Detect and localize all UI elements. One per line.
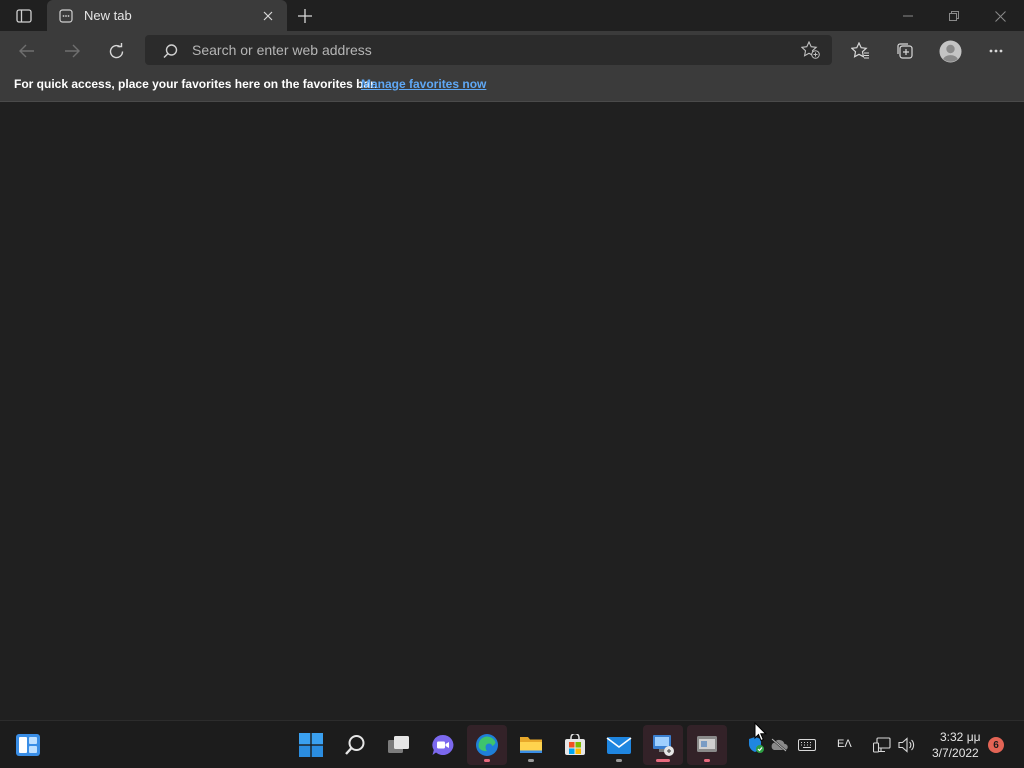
more-icon[interactable] — [985, 41, 1007, 61]
new-tab-icon[interactable] — [295, 6, 315, 26]
add-favorite-icon[interactable] — [799, 40, 821, 60]
restore-icon[interactable] — [944, 6, 964, 26]
clock-date[interactable]: 3/7/2022 — [932, 746, 979, 760]
file-explorer-button[interactable] — [511, 725, 551, 765]
back-icon[interactable] — [16, 41, 38, 61]
language-indicator[interactable]: EΛ — [837, 738, 852, 750]
close-tab-icon[interactable] — [261, 9, 275, 23]
widgets-button[interactable] — [8, 725, 48, 765]
notification-badge[interactable]: 6 — [988, 737, 1004, 753]
task-view-button[interactable] — [379, 725, 419, 765]
manage-favorites-link[interactable]: Manage favorites now — [361, 77, 486, 91]
remote-desktop-button[interactable] — [643, 725, 683, 765]
forward-icon[interactable] — [61, 41, 83, 61]
close-icon[interactable] — [990, 6, 1010, 26]
favorites-icon[interactable] — [849, 41, 871, 61]
volume-icon[interactable] — [895, 733, 919, 757]
running-indicator — [484, 759, 490, 762]
keyboard-icon[interactable] — [795, 733, 819, 757]
profile-icon[interactable] — [938, 39, 962, 63]
running-indicator — [616, 759, 622, 762]
microsoft-store-button[interactable] — [555, 725, 595, 765]
running-indicator — [528, 759, 534, 762]
edge-button[interactable] — [467, 725, 507, 765]
favorites-bar-message: For quick access, place your favorites h… — [14, 77, 378, 91]
browser-toolbar — [0, 31, 1024, 71]
minimize-icon[interactable] — [898, 6, 918, 26]
start-button[interactable] — [291, 725, 331, 765]
clock-time[interactable]: 3:32 μμ — [940, 730, 981, 744]
tab-title: New tab — [84, 8, 132, 23]
running-indicator — [656, 759, 670, 762]
chat-button[interactable] — [423, 725, 463, 765]
title-bar: New tab — [0, 0, 1024, 32]
address-input[interactable] — [192, 35, 772, 65]
tab-actions-icon[interactable] — [14, 7, 34, 25]
favorites-bar: For quick access, place your favorites h… — [0, 71, 1024, 102]
mail-button[interactable] — [599, 725, 639, 765]
search-icon — [161, 42, 179, 60]
mouse-cursor-icon — [754, 722, 767, 742]
app-window-button[interactable] — [687, 725, 727, 765]
page-content[interactable] — [0, 103, 1024, 720]
network-icon[interactable] — [870, 733, 894, 757]
refresh-icon[interactable] — [105, 40, 127, 62]
new-tab-page-icon — [58, 8, 74, 24]
running-indicator — [704, 759, 710, 762]
onedrive-icon[interactable] — [767, 733, 791, 757]
collections-icon[interactable] — [894, 41, 916, 61]
taskbar: EΛ 3:32 μμ 3/7/2022 6 — [0, 720, 1024, 768]
tab-new-tab[interactable]: New tab — [47, 0, 287, 32]
address-bar[interactable] — [145, 35, 832, 65]
taskbar-search-button[interactable] — [335, 725, 375, 765]
